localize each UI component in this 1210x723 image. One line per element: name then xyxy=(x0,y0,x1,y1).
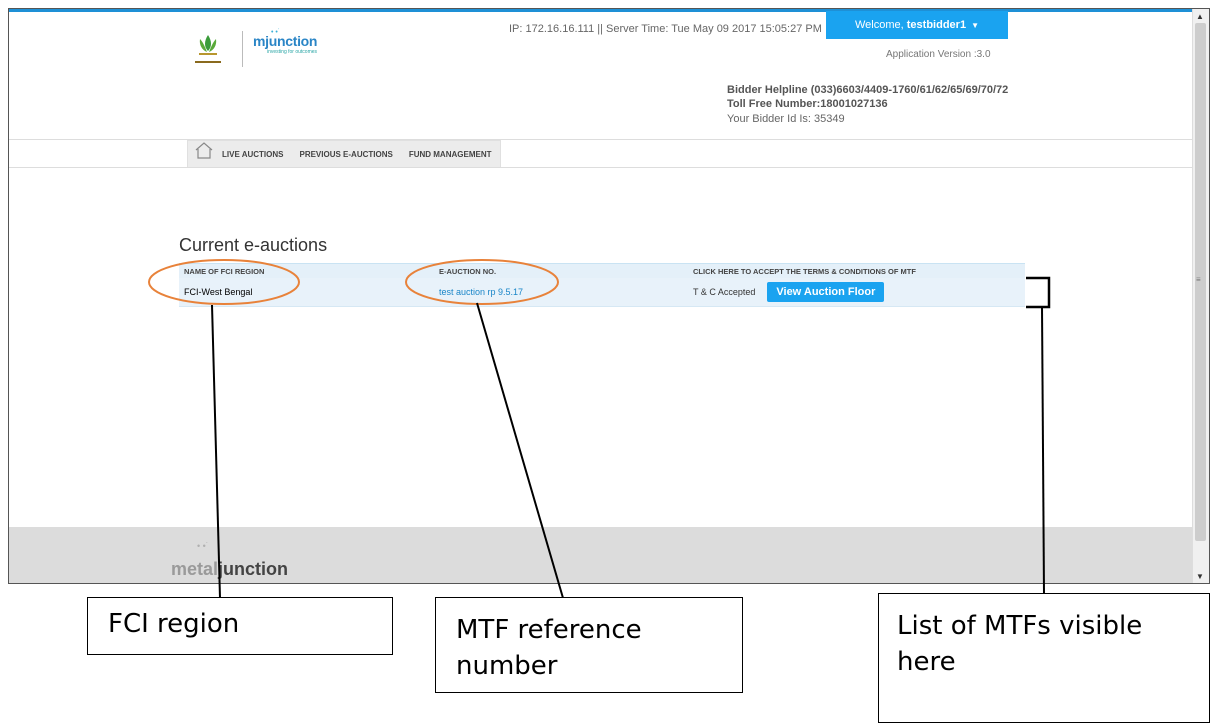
fci-logo xyxy=(195,35,221,63)
annotation-mtf-list-text: List of MTFs visible here xyxy=(897,611,1143,677)
annotation-mtf-reference-text: MTF reference number xyxy=(456,615,642,681)
username: testbidder1 xyxy=(906,19,967,31)
table-row: FCI-West Bengal test auction rp 9.5.17 T… xyxy=(179,278,1025,307)
toll-free-number: Toll Free Number:18001027136 xyxy=(727,98,888,110)
browser-window: • •˙ mjunction investing for outcomes IP… xyxy=(8,8,1210,584)
tc-status: T & C Accepted xyxy=(693,287,756,297)
metaljunction-logo: metaljunction xyxy=(171,559,288,580)
server-info: IP: 172.16.16.111 || Server Time: Tue Ma… xyxy=(509,23,822,35)
annotation-mtf-reference: MTF reference number xyxy=(435,597,743,693)
region-cell: FCI-West Bengal xyxy=(184,287,253,297)
mjunction-logo-text: mjunction xyxy=(253,33,318,49)
logo-dots-icon: • •˙ xyxy=(271,29,281,36)
bidder-helpline: Bidder Helpline (033)6603/4409-1760/61/6… xyxy=(727,84,1009,96)
annotation-fci-region: FCI region xyxy=(87,597,393,655)
home-icon[interactable] xyxy=(194,141,214,159)
mjunction-tagline: investing for outcomes xyxy=(267,49,318,55)
mjunction-logo: • •˙ mjunction investing for outcomes xyxy=(253,29,318,55)
auctions-table: NAME OF FCI REGION E-AUCTION NO. CLICK H… xyxy=(179,263,1025,307)
scroll-grip-icon: ≡ xyxy=(1196,275,1201,284)
menu-divider xyxy=(9,167,1193,168)
terms-cell: T & C Accepted View Auction Floor xyxy=(685,282,1025,302)
page-title: Current e-auctions xyxy=(179,235,328,255)
bidder-id: Your Bidder Id Is: 35349 xyxy=(727,113,845,125)
annotation-mtf-list: List of MTFs visible here xyxy=(878,593,1210,723)
caret-down-icon: ▼ xyxy=(971,20,979,30)
menu-previous-e-auctions[interactable]: PREVIOUS E-AUCTIONS xyxy=(291,141,400,167)
vertical-scrollbar[interactable]: ▲ ≡ ▼ xyxy=(1192,9,1209,583)
welcome-prefix: Welcome, xyxy=(855,19,904,31)
column-header-region: NAME OF FCI REGION xyxy=(184,266,265,276)
menu-fund-management[interactable]: FUND MANAGEMENT xyxy=(401,141,500,167)
table-header: NAME OF FCI REGION E-AUCTION NO. CLICK H… xyxy=(179,263,1025,278)
top-accent-strip xyxy=(9,9,1193,12)
auction-number-link[interactable]: test auction rp 9.5.17 xyxy=(439,287,523,297)
user-menu-button[interactable]: Welcome, testbidder1 ▼ xyxy=(826,11,1008,39)
main-menu: LIVE AUCTIONS PREVIOUS E-AUCTIONS FUND M… xyxy=(187,140,501,168)
logo-separator xyxy=(242,31,243,67)
view-auction-floor-button[interactable]: View Auction Floor xyxy=(767,282,885,302)
scroll-down-arrow-icon[interactable]: ▼ xyxy=(1196,572,1204,581)
menu-live-auctions[interactable]: LIVE AUCTIONS xyxy=(214,141,291,167)
footer: • •˙ metaljunction xyxy=(9,527,1193,583)
footer-logo-part2: junction xyxy=(218,559,289,579)
column-header-terms: CLICK HERE TO ACCEPT THE TERMS & CONDITI… xyxy=(693,266,916,276)
footer-logo-dots-icon: • •˙ xyxy=(197,541,209,551)
helpline-block: Bidder Helpline (033)6603/4409-1760/61/6… xyxy=(727,83,1008,111)
auction-no-cell: test auction rp 9.5.17 xyxy=(435,287,685,297)
scroll-up-arrow-icon[interactable]: ▲ xyxy=(1196,12,1204,21)
column-header-auction-no: E-AUCTION NO. xyxy=(439,266,497,276)
app-version: Application Version :3.0 xyxy=(886,49,991,60)
annotation-fci-region-text: FCI region xyxy=(108,609,240,639)
footer-logo-part1: metal xyxy=(171,559,219,579)
